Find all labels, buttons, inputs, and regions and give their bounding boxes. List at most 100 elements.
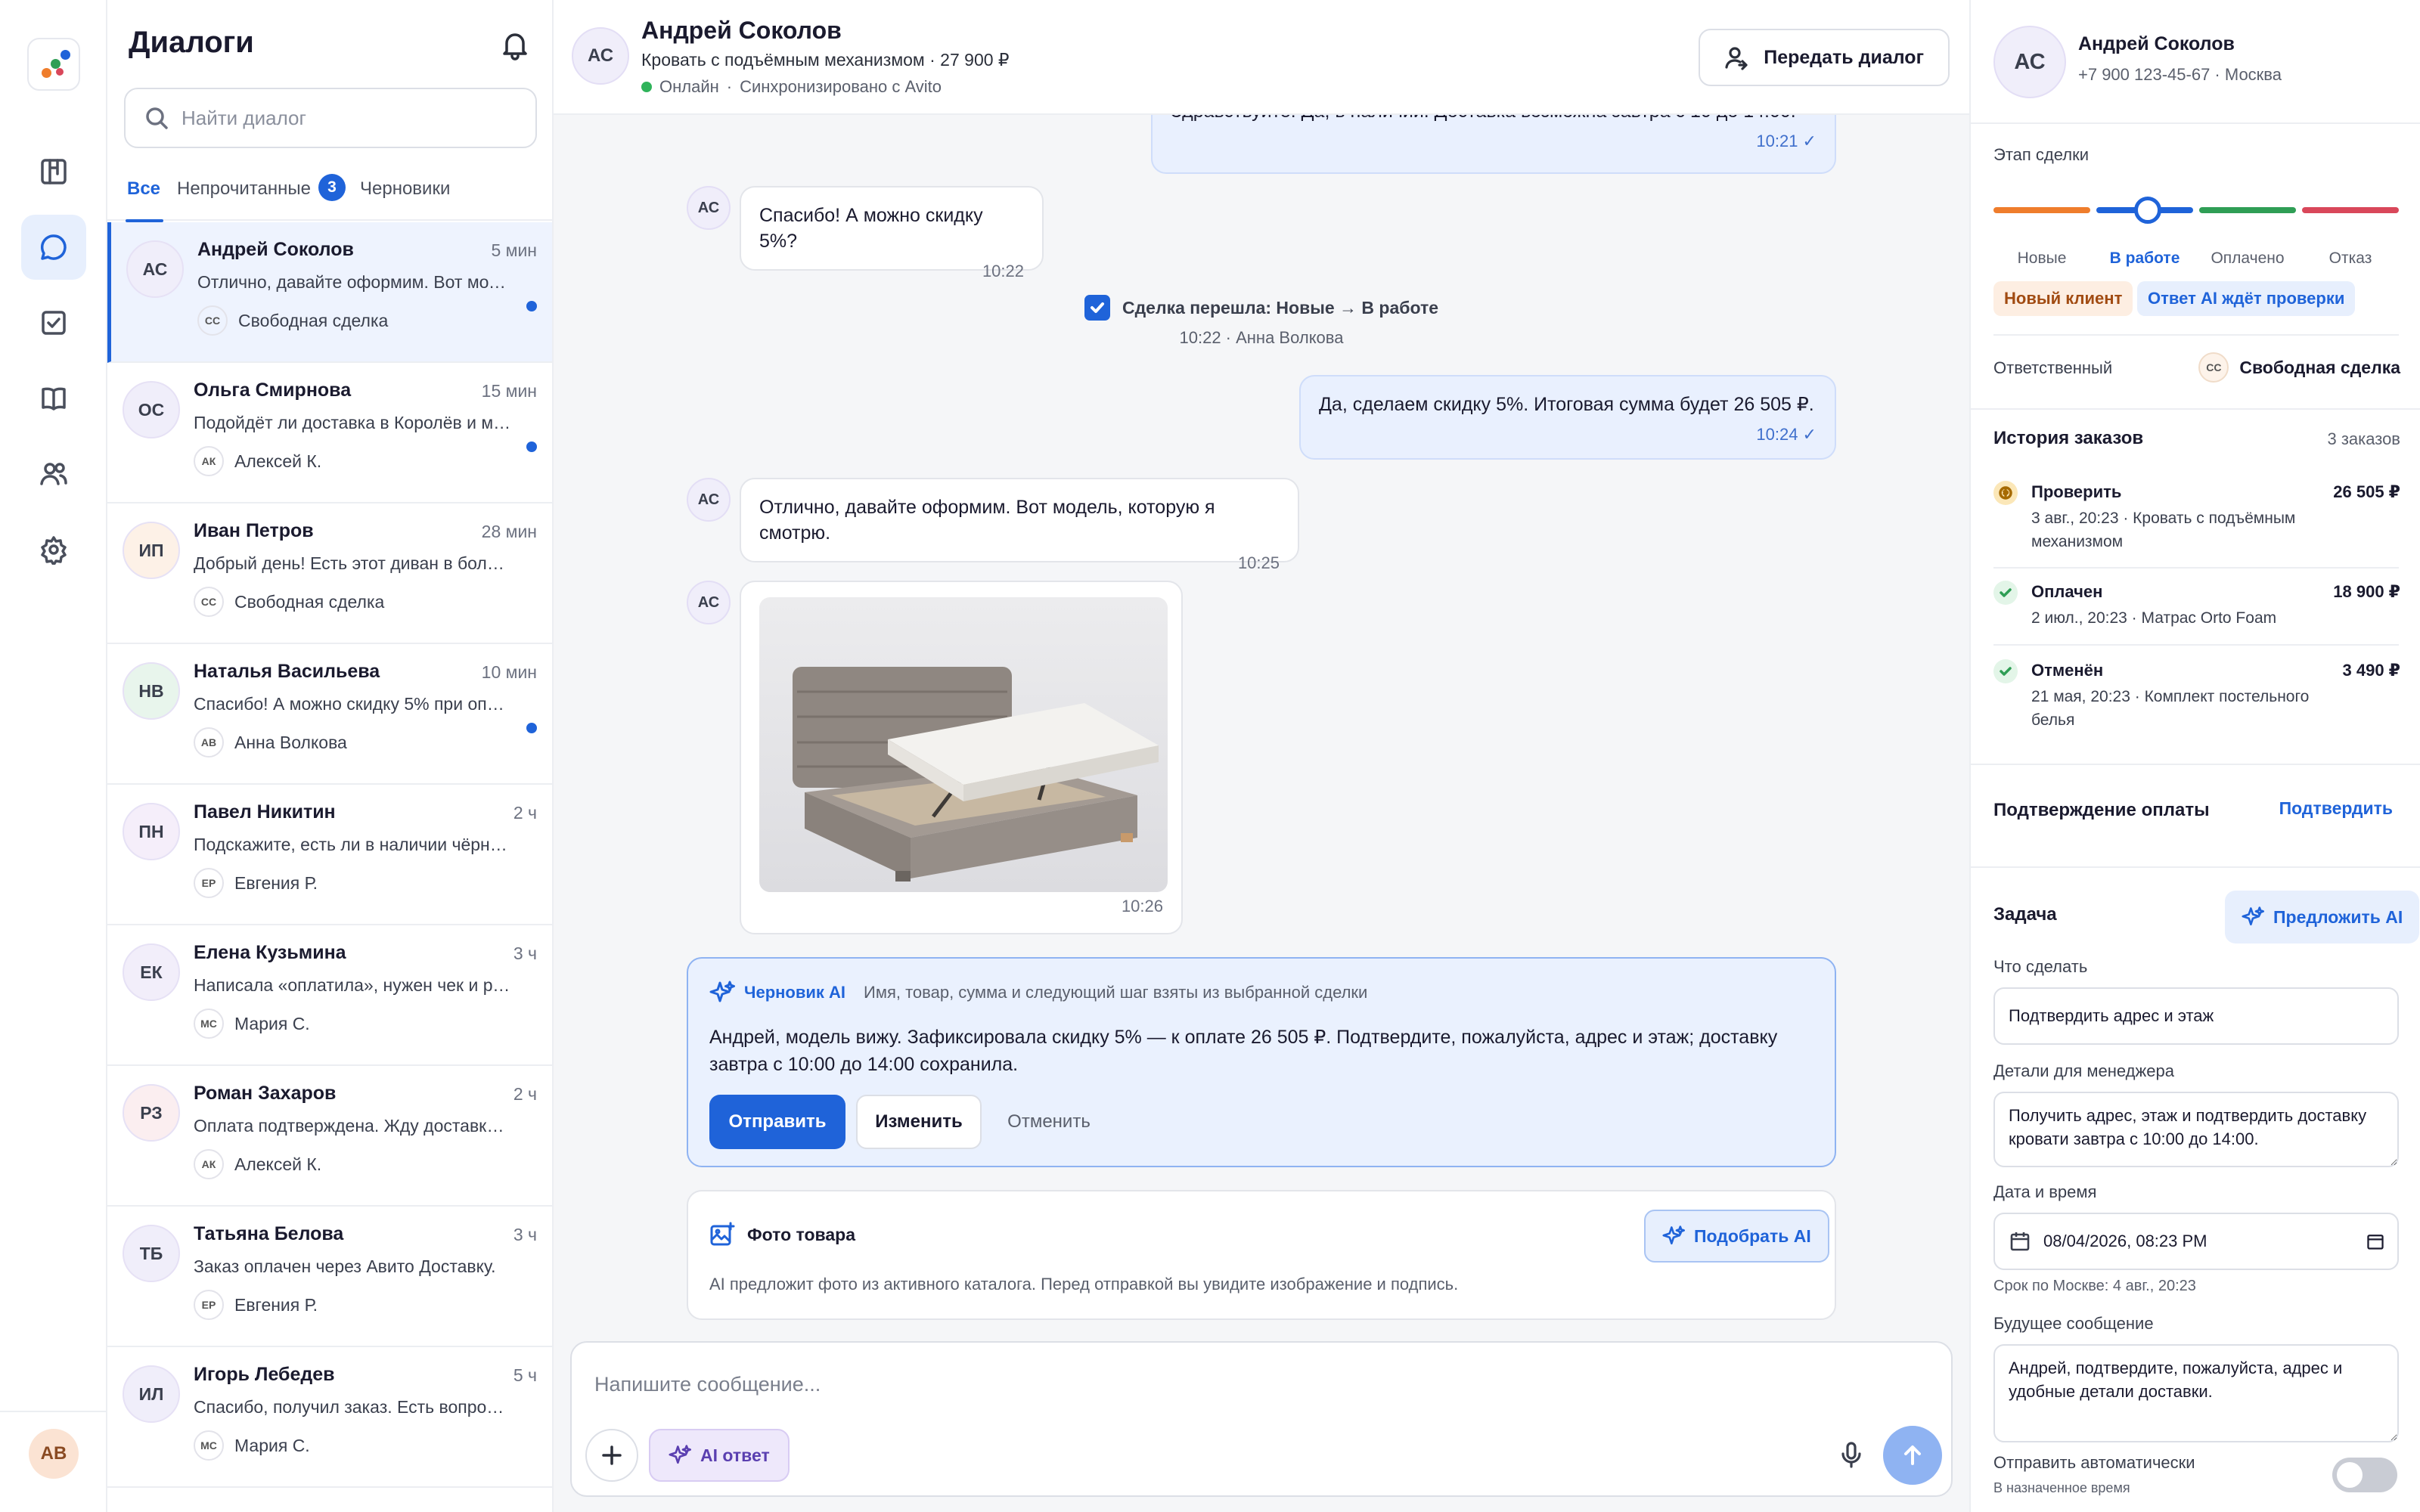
stage-segment[interactable] <box>2302 207 2399 213</box>
tag-new-client[interactable]: Новый клиент <box>1993 281 2133 316</box>
gear-icon <box>41 536 67 565</box>
dialog-time: 3 ч <box>513 1225 537 1244</box>
divider <box>1971 408 2420 410</box>
ai-draft-send-button[interactable]: Отправить <box>709 1095 845 1149</box>
user-avatar[interactable]: АВ <box>29 1429 79 1479</box>
task-details-textarea[interactable]: Получить адрес, этаж и подтвердить доста… <box>1993 1092 2399 1167</box>
dialog-time: 28 мин <box>481 522 537 541</box>
app-logo[interactable] <box>27 38 80 91</box>
dialog-item[interactable]: ИЛ Игорь Лебедев 5 ч Спасибо, получил заказ… <box>107 1347 552 1488</box>
dialog-item[interactable]: ЕК Елена Кузьмина 3 ч Написала «оплатила», … <box>107 925 552 1066</box>
stage-slider-handle[interactable] <box>2134 197 2161 224</box>
ai-draft-subtitle: Имя, товар, сумма и следующий шаг взяты … <box>864 983 1368 1002</box>
stage-name[interactable]: В работе <box>2103 249 2186 268</box>
stage-name[interactable]: Новые <box>2000 249 2083 268</box>
dialog-item[interactable]: РЗ Роман Захаров 2 ч Оплата подтверждена. Ж… <box>107 1066 552 1207</box>
send-button[interactable] <box>1883 1426 1942 1485</box>
coin-icon <box>1993 481 2018 505</box>
responsible-owner[interactable]: СС Свободная сделка <box>2198 352 2400 383</box>
stage-segment[interactable] <box>2199 207 2296 213</box>
ai-reply-button[interactable]: AI ответ <box>649 1429 790 1482</box>
dialog-time: 3 ч <box>513 943 537 963</box>
calendar-picker-icon[interactable] <box>2366 1232 2385 1251</box>
message-avatar: АС <box>687 478 731 522</box>
book-icon <box>42 387 66 411</box>
product-photo-card: Фото товара Подобрать AI AI предложит фо… <box>687 1190 1836 1320</box>
dialog-item[interactable]: АС Андрей Соколов 5 мин Отлично, давайте оф… <box>107 222 552 363</box>
dialog-preview: Оплата подтверждена. Жду доставку 12 чис… <box>194 1116 511 1136</box>
nav-rail: АВ <box>0 0 107 1512</box>
app: АВ Диалоги Все Непрочитанные3 Черновики … <box>0 0 2420 1512</box>
chat-status: Онлайн · Синхронизировано с Avito <box>641 77 942 97</box>
unread-count-badge: 3 <box>318 174 346 201</box>
unread-dot-icon <box>526 442 537 452</box>
task-what-input[interactable] <box>1993 987 2399 1045</box>
tag-ai-review[interactable]: Ответ AI ждёт проверки <box>2137 281 2356 316</box>
dialog-owner: ЕР Евгения Р. <box>194 868 318 898</box>
contact-phone-city: +7 900 123-45-67 · Москва <box>2078 65 2282 84</box>
knowledge-nav-button[interactable] <box>21 366 86 431</box>
tab-drafts[interactable]: Черновики <box>360 178 450 221</box>
stage-name[interactable]: Оплачено <box>2206 249 2289 268</box>
history-title: История заказов <box>1993 428 2144 448</box>
dialog-item[interactable]: ТБ Татьяна Белова 3 ч Заказ оплачен через А… <box>107 1207 552 1347</box>
dialog-item[interactable]: ОС Ольга Смирнова 15 мин Подойдёт ли достав… <box>107 363 552 503</box>
transfer-dialog-button[interactable]: Передать диалог <box>1699 29 1950 86</box>
ai-draft-text[interactable]: Андрей, модель вижу. Зафиксировала скидк… <box>709 1024 1798 1078</box>
dialog-time: 2 ч <box>513 1084 537 1104</box>
dialog-time: 2 ч <box>513 803 537 823</box>
contact-card: АС Андрей Соколов +7 900 123-45-67 · Мос… <box>1971 0 2420 124</box>
dialog-avatar: ИП <box>123 522 180 579</box>
ai-draft-edit-button[interactable]: Изменить <box>856 1095 982 1149</box>
message-input[interactable] <box>594 1365 1880 1403</box>
dialog-item[interactable]: НВ Наталья Васильева 10 мин Спасибо! А можн… <box>107 644 552 785</box>
attach-button[interactable] <box>585 1429 638 1482</box>
tab-unread[interactable]: Непрочитанные 3 <box>177 174 346 221</box>
message-incoming[interactable]: Отлично, давайте оформим. Вот модель, ко… <box>740 478 1299 572</box>
dialog-avatar: ПН <box>123 803 180 860</box>
team-nav-button[interactable] <box>21 442 86 507</box>
dialogs-nav-button[interactable] <box>21 215 86 280</box>
stage-name[interactable]: Отказ <box>2309 249 2392 268</box>
unread-dot-icon <box>526 723 537 733</box>
dialog-name: Павел Никитин <box>194 801 336 823</box>
dialog-avatar: НВ <box>123 662 180 720</box>
sparkle-icon <box>2242 906 2264 926</box>
chat-header: АС Андрей Соколов Кровать с подъёмным ме… <box>554 0 1969 115</box>
message-outgoing[interactable]: Да, сделаем скидку 5%. Итоговая сумма бу… <box>1299 375 1836 460</box>
message-incoming[interactable]: Спасибо! А можно скидку 5%? 10:22 <box>740 186 1044 280</box>
pick-photo-ai-button[interactable]: Подобрать AI <box>1644 1210 1829 1263</box>
dialog-item[interactable]: ИП Иван Петров 28 мин Добрый день! Есть это… <box>107 503 552 644</box>
notifications-button[interactable] <box>499 29 531 60</box>
image-add-icon <box>710 1222 735 1246</box>
kanban-nav-button[interactable] <box>21 139 86 204</box>
divider <box>1993 334 2399 336</box>
user-transfer-icon <box>1725 47 1748 70</box>
task-datetime-input[interactable]: 08/04/2026, 08:23 PM <box>1993 1213 2399 1270</box>
bell-icon <box>503 33 527 60</box>
dialog-name: Роман Захаров <box>194 1083 337 1104</box>
dialog-search-input[interactable] <box>182 106 514 130</box>
stage-segment[interactable] <box>1993 207 2090 213</box>
voice-button[interactable] <box>1836 1439 1869 1473</box>
dialog-item[interactable]: ПН Павел Никитин 2 ч Подскажите, есть ли в … <box>107 785 552 925</box>
tasks-nav-button[interactable] <box>21 290 86 355</box>
check-icon <box>1084 295 1110 321</box>
dialog-preview: Заказ оплачен через Авито Доставку. <box>194 1256 496 1276</box>
chat-contact-name: Андрей Соколов <box>641 17 842 44</box>
auto-send-toggle[interactable] <box>2332 1458 2397 1492</box>
dialog-list-title: Диалоги <box>129 26 254 59</box>
message-image[interactable]: 10:26 <box>740 581 1183 934</box>
tab-all[interactable]: Все <box>125 178 164 222</box>
ai-draft-cancel-button[interactable]: Отменить <box>992 1095 1106 1149</box>
plus-icon <box>602 1445 622 1465</box>
settings-nav-button[interactable] <box>21 517 86 582</box>
product-photo[interactable] <box>759 597 1168 892</box>
dialog-owner: ЕР Евгения Р. <box>194 1290 318 1320</box>
future-message-textarea[interactable]: Андрей, подтвердите, пожалуйста, адрес и… <box>1993 1344 2399 1442</box>
message-outgoing[interactable]: Здравствуйте! Да, в наличии. Доставка во… <box>1151 115 1836 174</box>
suggest-ai-button[interactable]: Предложить AI <box>2225 891 2420 943</box>
confirm-payment-link[interactable]: Подтвердить <box>2279 798 2393 819</box>
task-title: Задача <box>1993 904 2057 925</box>
owner-avatar: СС <box>194 587 224 617</box>
